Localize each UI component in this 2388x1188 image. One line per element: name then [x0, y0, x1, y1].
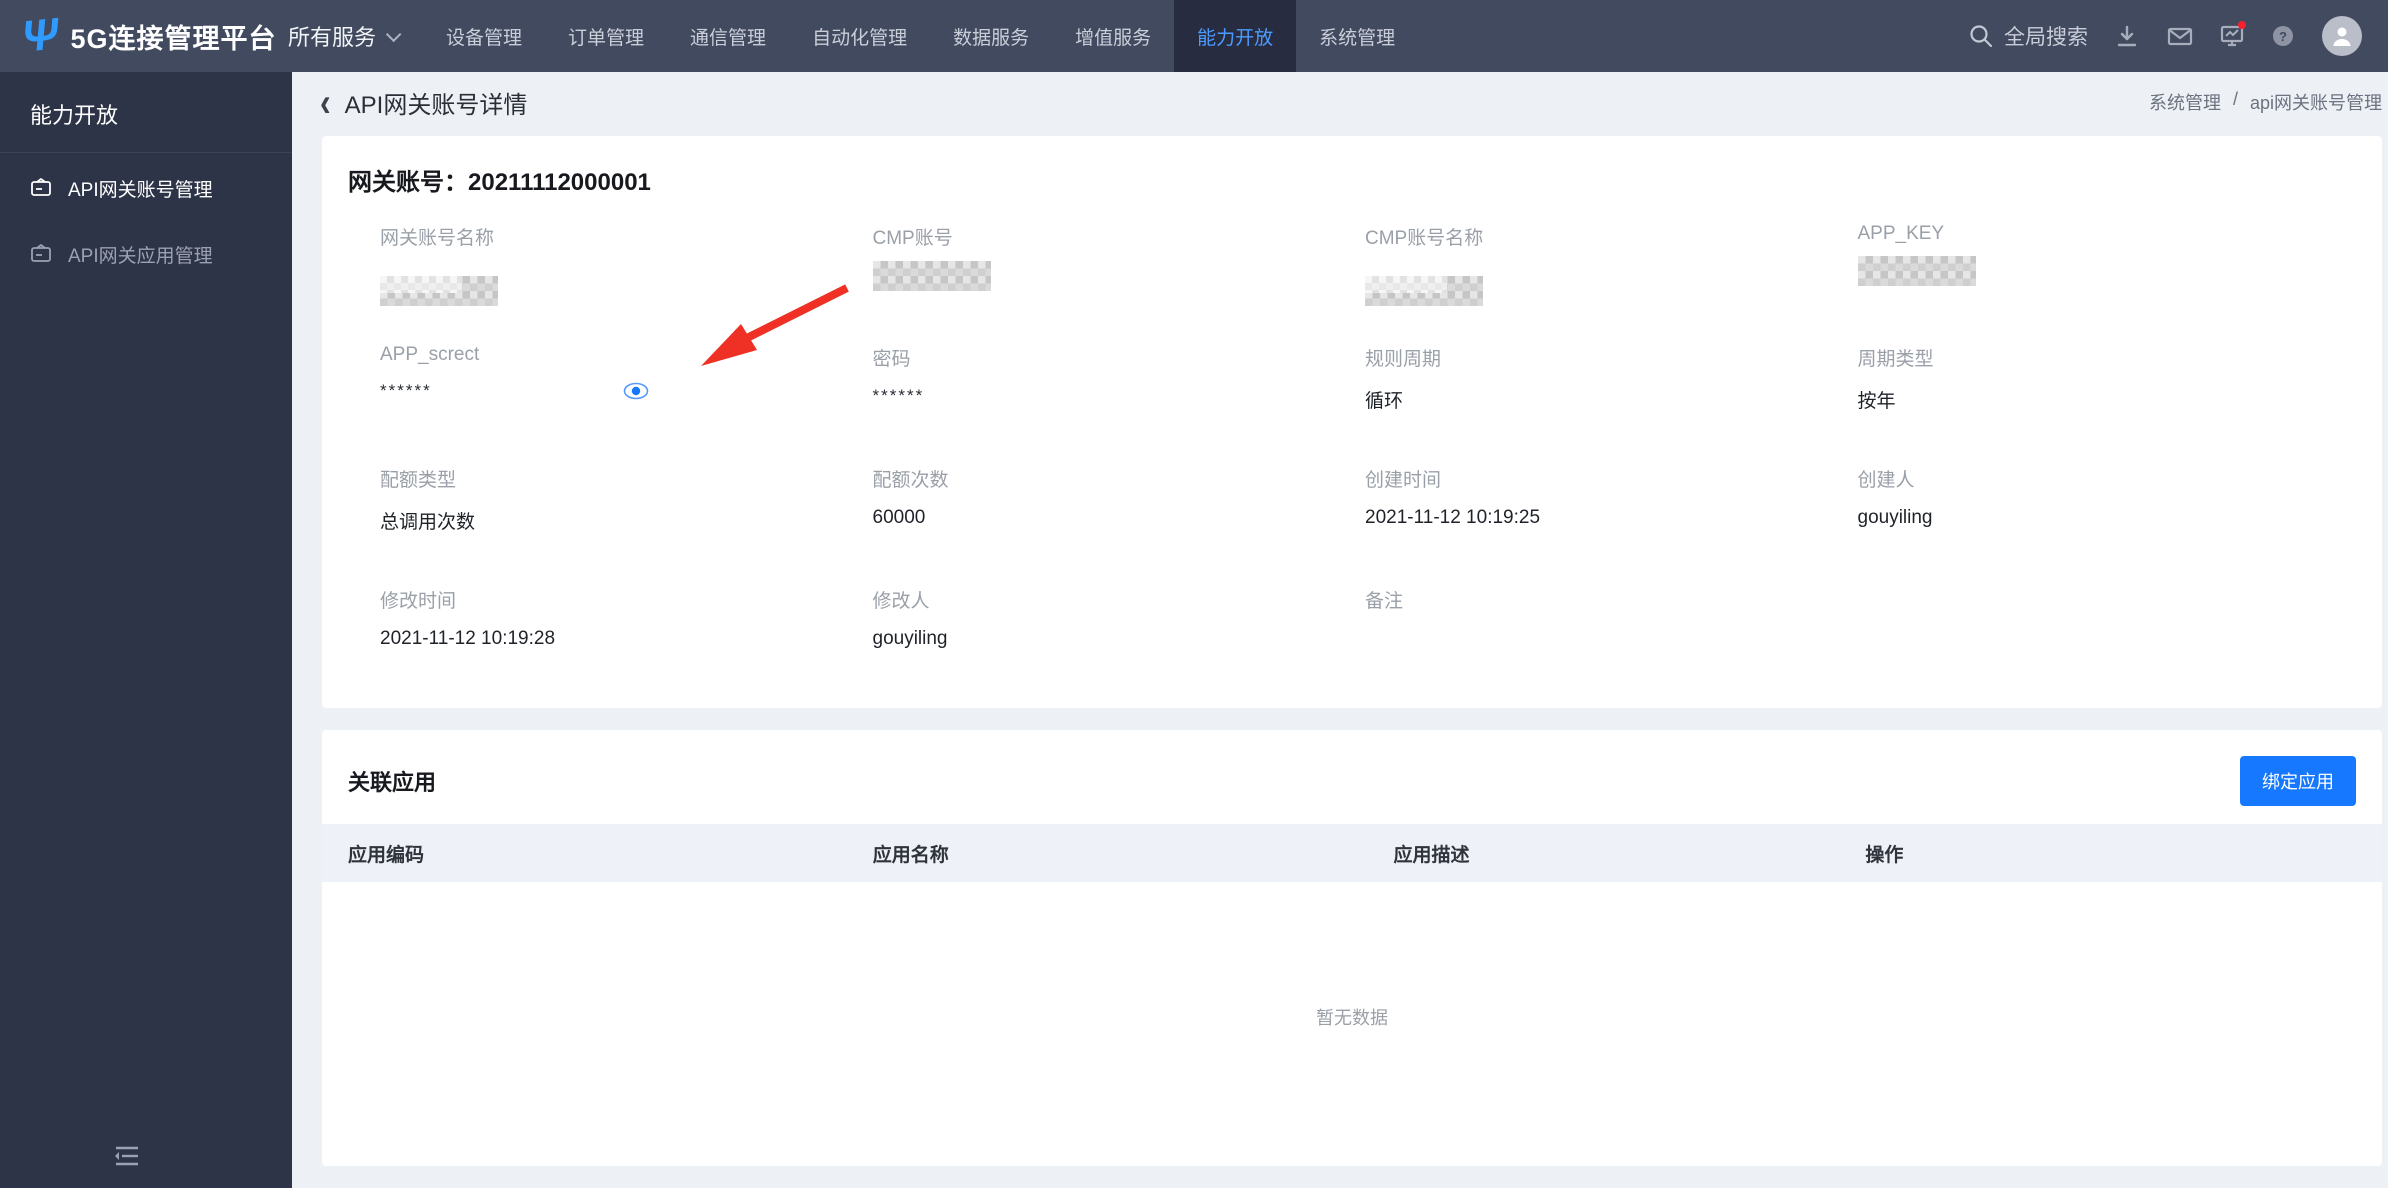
download-icon[interactable] [2114, 23, 2140, 49]
nav-system-mgmt[interactable]: 系统管理 [1296, 0, 1418, 72]
eye-icon[interactable] [622, 381, 650, 401]
nav-automation-mgmt[interactable]: 自动化管理 [789, 0, 930, 72]
sidebar-item-api-gateway-account[interactable]: API网关账号管理 [0, 157, 292, 219]
field-creator: 创建人 gouyiling [1857, 470, 1933, 528]
field-empty-slot [1858, 586, 2351, 707]
field-cmp-account-name: CMP账号名称 [1365, 223, 1858, 344]
global-search-label: 全局搜索 [2004, 26, 2088, 49]
field-modify-time: 修改时间 2021-11-12 10:19:28 [380, 591, 556, 649]
id-card-icon [31, 244, 51, 262]
main-content: ‹ API网关账号详情 系统管理 / api网关账号管理 网关账号：202111… [292, 72, 2388, 1188]
global-search[interactable]: 全局搜索 [1968, 21, 2088, 51]
nav-order-mgmt[interactable]: 订单管理 [545, 0, 667, 72]
field-cycle-type: 周期类型 按年 [1857, 349, 1934, 412]
sidebar-divider [0, 152, 292, 153]
masked-value [380, 276, 498, 306]
field-cmp-account: CMP账号 [872, 223, 1366, 344]
back-button[interactable]: ‹ [320, 82, 331, 122]
nav-value-added-service[interactable]: 增值服务 [1052, 0, 1174, 72]
chevron-down-icon [385, 26, 402, 42]
svg-text:?: ? [2279, 29, 2287, 44]
platform-logo-icon: Ψ [19, 9, 61, 62]
related-apps-title: 关联应用 [348, 770, 437, 795]
sidebar-item-label: API网关账号管理 [68, 179, 213, 201]
page-header: ‹ API网关账号详情 系统管理 / api网关账号管理 [292, 72, 2388, 122]
mail-icon[interactable] [2166, 23, 2193, 49]
notification-badge [2238, 21, 2246, 29]
empty-data-text: 暂无数据 [1316, 1008, 1388, 1028]
menu-fold-icon[interactable] [112, 1143, 142, 1174]
sidebar-item-label: API网关应用管理 [68, 245, 213, 267]
related-apps-header: 关联应用 绑定应用 [322, 730, 2382, 824]
search-icon [1968, 23, 1994, 49]
detail-fields-grid: 网关账号名称 CMP账号 CMP账号名称 APP_KEY APP_screct … [348, 223, 2350, 707]
all-services-menu[interactable]: 所有服务 [278, 0, 423, 72]
breadcrumb-separator: / [2232, 89, 2238, 109]
sidebar-title: 能力开放 [30, 103, 119, 128]
field-remark: 备注 [1365, 591, 1404, 612]
gateway-account-title: 网关账号：20211112000001 [348, 162, 2350, 197]
breadcrumb-system-mgmt[interactable]: 系统管理 [2149, 89, 2221, 115]
apps-table-header: 应用编码 应用名称 应用描述 操作 [322, 824, 2382, 882]
user-avatar[interactable] [2322, 16, 2362, 56]
nav-capability-open[interactable]: 能力开放 [1174, 0, 1297, 72]
nav-comm-mgmt[interactable]: 通信管理 [667, 0, 789, 72]
field-rule-cycle: 规则周期 循环 [1365, 349, 1442, 412]
masked-value [872, 261, 991, 291]
page-title: API网关账号详情 [344, 91, 528, 119]
field-password: 密码 ****** [872, 349, 925, 405]
gateway-account-id: 20211112000001 [468, 169, 651, 196]
id-card-icon [31, 178, 51, 196]
gateway-account-title-label: 网关账号： [348, 169, 468, 196]
sidebar: 能力开放 API网关账号管理 API网关应用管理 [0, 72, 292, 1188]
breadcrumb: 系统管理 / api网关账号管理 [2149, 89, 2382, 115]
field-app-key: APP_KEY [1857, 223, 2351, 344]
col-actions: 操作 [1865, 844, 1904, 866]
field-gateway-account-name: 网关账号名称 [380, 223, 873, 344]
bind-app-button[interactable]: 绑定应用 [2240, 756, 2356, 806]
topbar: Ψ 5G连接管理平台 所有服务 设备管理 订单管理 通信管理 自动化管理 数据服… [0, 0, 2388, 72]
masked-value [1857, 256, 1976, 286]
all-services-label: 所有服务 [288, 25, 377, 50]
related-apps-card: 关联应用 绑定应用 应用编码 应用名称 应用描述 操作 暂无数据 [322, 730, 2382, 1166]
gateway-account-detail-card: 网关账号：20211112000001 网关账号名称 CMP账号 CMP账号名称… [322, 136, 2382, 708]
field-create-time: 创建时间 2021-11-12 10:19:25 [1365, 470, 1541, 528]
app-secret-masked-text: ****** [380, 381, 432, 400]
top-nav: 设备管理 订单管理 通信管理 自动化管理 数据服务 增值服务 能力开放 系统管理 [423, 0, 1418, 72]
col-app-name: 应用名称 [872, 844, 949, 866]
field-quota-count: 配额次数 60000 [872, 470, 949, 528]
platform-title: 5G连接管理平台 [70, 23, 277, 54]
topbar-right-tools: 全局搜索 ? [1968, 0, 2388, 72]
help-icon[interactable]: ? [2270, 23, 2296, 49]
platform-logo[interactable]: Ψ 5G连接管理平台 [0, 0, 278, 72]
breadcrumb-api-account-mgmt[interactable]: api网关账号管理 [2250, 89, 2382, 115]
monitor-chart-icon[interactable] [2218, 21, 2246, 49]
nav-data-service[interactable]: 数据服务 [930, 0, 1052, 72]
field-quota-type: 配额类型 总调用次数 [380, 470, 476, 533]
field-modifier: 修改人 gouyiling [872, 591, 948, 649]
field-app-secret: APP_screct ****** [380, 344, 873, 465]
col-app-code: 应用编码 [348, 844, 425, 866]
col-app-desc: 应用描述 [1393, 844, 1470, 866]
masked-value [1365, 276, 1483, 306]
sidebar-item-api-gateway-app[interactable]: API网关应用管理 [0, 223, 292, 285]
nav-device-mgmt[interactable]: 设备管理 [423, 0, 545, 72]
apps-table-empty-zone: 暂无数据 [322, 882, 2382, 1152]
